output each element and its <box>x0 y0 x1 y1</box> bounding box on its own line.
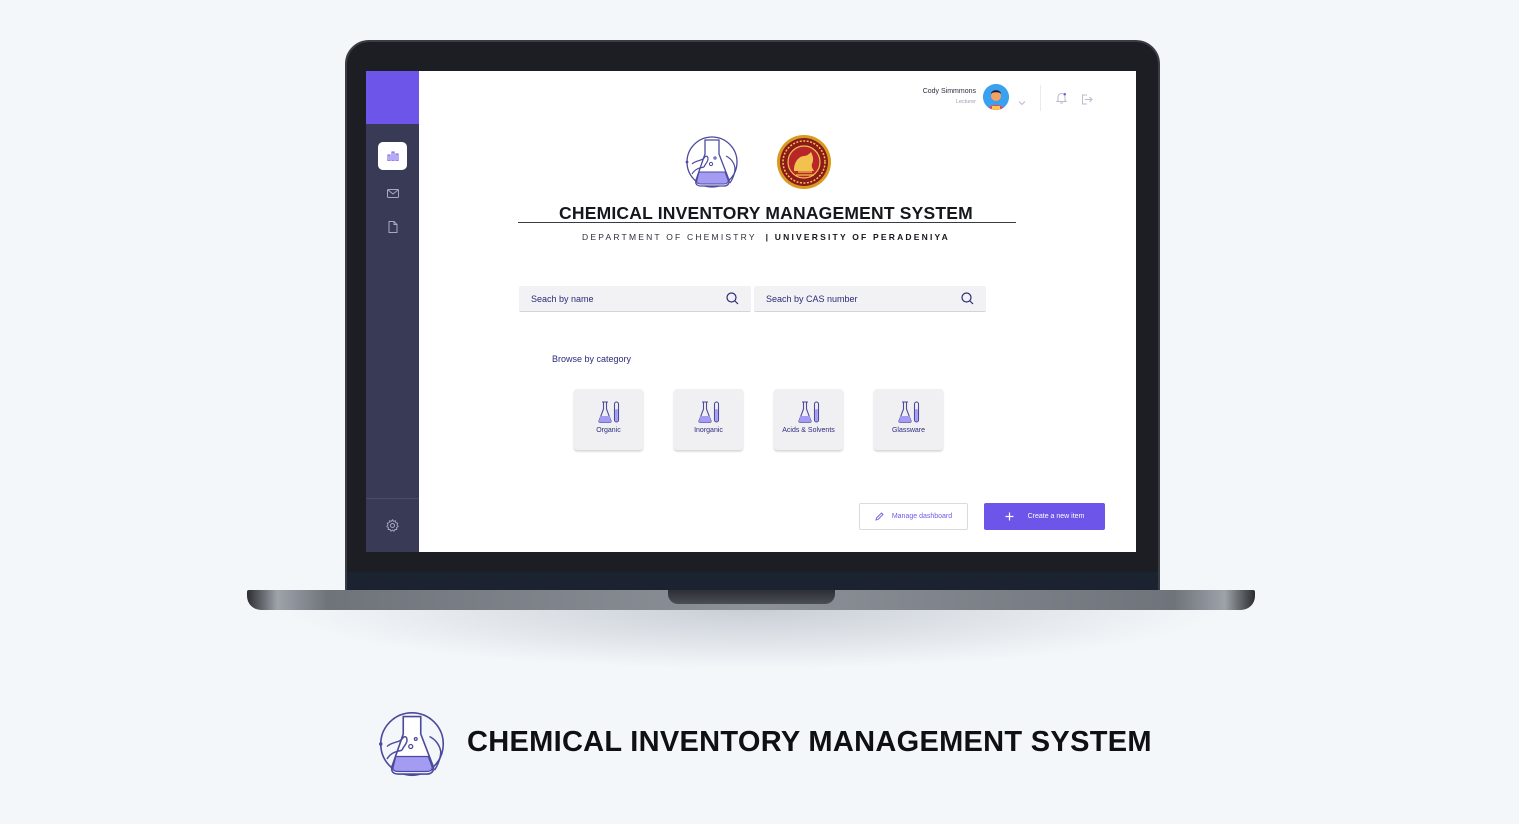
name-search <box>519 286 751 312</box>
cas-search <box>754 286 986 312</box>
sidebar-item-settings[interactable] <box>378 511 407 539</box>
flask-hand-logo-icon <box>685 136 738 188</box>
avatar-illustration <box>983 84 1009 110</box>
document-icon <box>388 221 397 233</box>
university-label: | UNIVERSITY OF PERADENIYA <box>765 232 950 242</box>
flask-tube-icon <box>697 401 719 424</box>
sidebar-item-dashboard[interactable] <box>378 142 407 170</box>
create-item-label: Create a new item <box>1027 513 1085 520</box>
sidebar-brand-block <box>366 71 419 124</box>
page-title: CHEMICAL INVENTORY MANAGEMENT SYSTEM <box>559 203 973 223</box>
category-acids-solvents[interactable]: Acids & Solvents <box>774 389 843 450</box>
sidebar-divider <box>366 498 419 499</box>
title-underline <box>518 222 1016 223</box>
flask-hand-logo-icon <box>379 711 445 777</box>
manage-dashboard-label: Manage dashboard <box>891 513 953 520</box>
pencil-icon <box>875 512 884 521</box>
laptop-bezel-bottom <box>347 572 1158 590</box>
notifications-button[interactable] <box>1055 91 1068 109</box>
subtitle: DEPARTMENT OF CHEMISTRY | UNIVERSITY OF … <box>516 232 1016 242</box>
footer-title: CHEMICAL INVENTORY MANAGEMENT SYSTEM <box>467 726 1152 758</box>
category-label: Glassware <box>891 427 926 434</box>
category-glassware[interactable]: Glassware <box>874 389 943 450</box>
user-role: Lecturer <box>955 99 976 105</box>
category-label: Acids & Solvents <box>782 427 835 434</box>
flask-tube-icon <box>797 401 819 424</box>
settings-icon <box>386 518 399 532</box>
logout-icon <box>1082 94 1093 105</box>
bar-chart-icon <box>387 151 398 161</box>
app-logo <box>684 134 740 195</box>
bell-icon <box>1055 92 1068 104</box>
logout-button[interactable] <box>1081 92 1093 110</box>
category-label: Organic <box>596 427 621 434</box>
department-label: DEPARTMENT OF CHEMISTRY <box>582 232 757 242</box>
university-crest <box>776 134 832 195</box>
flask-tube-icon <box>897 401 919 424</box>
avatar[interactable] <box>983 84 1009 110</box>
app-screen: Cody Simmmons Lecturer CHEMICAL INVENTOR… <box>366 71 1136 552</box>
chevron-down-icon <box>1018 101 1026 106</box>
topbar-divider <box>1040 85 1041 111</box>
footer-logo <box>377 709 447 784</box>
create-item-button[interactable]: Create a new item <box>984 503 1105 530</box>
manage-dashboard-button[interactable]: Manage dashboard <box>859 503 968 530</box>
search-icon[interactable] <box>726 292 739 305</box>
laptop-notch <box>668 590 835 604</box>
sidebar-item-documents[interactable] <box>378 213 407 241</box>
browse-label: Browse by category <box>552 354 632 364</box>
name-search-input[interactable] <box>531 293 726 304</box>
flask-tube-icon <box>597 401 619 424</box>
plus-icon <box>1005 512 1014 521</box>
cas-search-input[interactable] <box>766 293 961 304</box>
sidebar <box>366 71 419 552</box>
sidebar-item-messages[interactable] <box>378 179 407 207</box>
category-inorganic[interactable]: Inorganic <box>674 389 743 450</box>
user-name: Cody Simmmons <box>922 88 976 95</box>
mail-icon <box>386 188 399 198</box>
laptop-shadow <box>280 610 1220 670</box>
user-menu-toggle[interactable] <box>1018 93 1026 111</box>
search-icon[interactable] <box>961 292 974 305</box>
category-label: Inorganic <box>694 427 723 434</box>
university-crest-icon <box>777 135 831 189</box>
category-organic[interactable]: Organic <box>574 389 643 450</box>
